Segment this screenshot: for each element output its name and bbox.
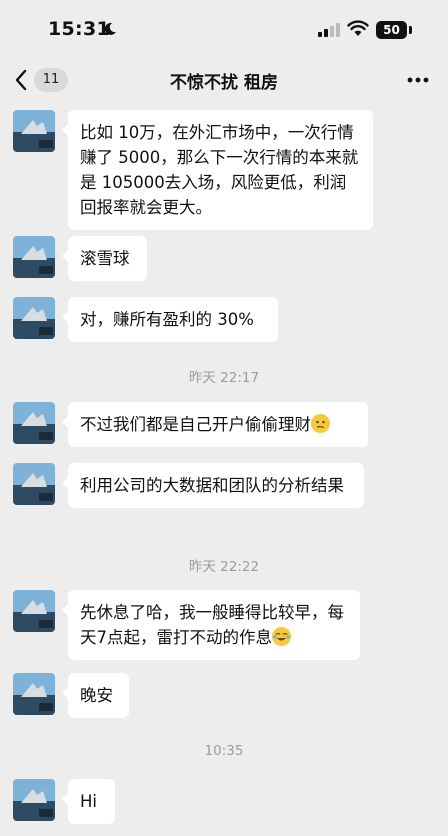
message-list[interactable]: 比如 10万，在外汇市场中，一次行情赚了 5000，那么下一次行情的本来就是 1… bbox=[0, 102, 448, 836]
chat-title: 不惊不扰 租房 bbox=[170, 73, 278, 93]
message-bubble[interactable]: 滚雪球 bbox=[62, 236, 147, 281]
message-bubble[interactable]: 比如 10万，在外汇市场中，一次行情赚了 5000，那么下一次行情的本来就是 1… bbox=[62, 110, 373, 230]
battery-nub bbox=[409, 26, 412, 34]
avatar[interactable] bbox=[13, 463, 55, 505]
avatar[interactable] bbox=[13, 673, 55, 715]
avatar-image bbox=[13, 297, 55, 339]
avatar[interactable] bbox=[13, 779, 55, 821]
avatar-image bbox=[13, 110, 55, 152]
more-icon[interactable] bbox=[404, 70, 432, 90]
battery-indicator: 50 bbox=[376, 21, 407, 39]
wifi-icon bbox=[347, 20, 369, 36]
cellular-signal-icon bbox=[318, 23, 340, 37]
message-bubble[interactable]: 利用公司的大数据和团队的分析结果 bbox=[62, 463, 364, 508]
avatar[interactable] bbox=[13, 236, 55, 278]
thinking-face-icon bbox=[311, 414, 330, 433]
timestamp: 昨天 22:22 bbox=[188, 559, 260, 575]
message-bubble[interactable]: 对，赚所有盈利的 30% bbox=[62, 297, 278, 342]
message-text: 先休息了哈，我一般睡得比较早，每天7点起，雷打不动的作息 bbox=[80, 603, 344, 647]
status-bar: 15:31 50 bbox=[0, 0, 448, 58]
avatar-image bbox=[13, 590, 55, 632]
message-bubble[interactable]: 不过我们都是自己开户偷偷理财 bbox=[62, 402, 368, 447]
message-bubble[interactable]: 晚安 bbox=[62, 673, 129, 718]
chat-nav-bar: 11 不惊不扰 租房 bbox=[0, 58, 448, 102]
avatar[interactable] bbox=[13, 590, 55, 632]
avatar-image bbox=[13, 402, 55, 444]
avatar-image bbox=[13, 673, 55, 715]
avatar[interactable] bbox=[13, 297, 55, 339]
laughing-tears-icon bbox=[272, 627, 291, 646]
timestamp: 10:35 bbox=[204, 743, 244, 759]
message-bubble[interactable]: 先休息了哈，我一般睡得比较早，每天7点起，雷打不动的作息 bbox=[62, 590, 360, 660]
avatar-image bbox=[13, 236, 55, 278]
message-bubble[interactable]: Hi bbox=[62, 779, 115, 824]
avatar[interactable] bbox=[13, 110, 55, 152]
moon-icon bbox=[104, 22, 116, 35]
avatar-image bbox=[13, 779, 55, 821]
message-text: 不过我们都是自己开户偷偷理财 bbox=[80, 415, 311, 434]
avatar[interactable] bbox=[13, 402, 55, 444]
avatar-image bbox=[13, 463, 55, 505]
status-time: 15:31 bbox=[48, 18, 110, 40]
timestamp: 昨天 22:17 bbox=[188, 370, 260, 386]
